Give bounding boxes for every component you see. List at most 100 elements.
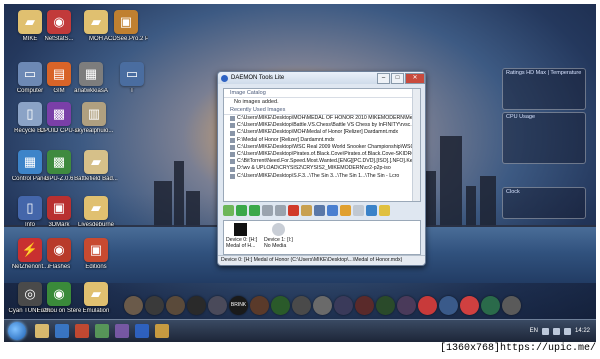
window-titlebar[interactable]: DAEMON Tools Lite – □ ✕: [218, 72, 425, 84]
preferences-icon[interactable]: [353, 205, 364, 216]
close-button[interactable]: ✕: [405, 72, 425, 84]
desktop-icon-image: ▤: [47, 62, 71, 86]
daemon-tools-taskbar-icon[interactable]: [135, 324, 149, 338]
catalog-scrollbar[interactable]: [412, 89, 420, 201]
dock-item[interactable]: [439, 295, 458, 315]
catalog-icon[interactable]: [379, 205, 390, 216]
app-icon[interactable]: [155, 324, 169, 338]
desktop-icon[interactable]: ▰ Emulation: [74, 282, 118, 315]
recent-image-path: C:\Users\MIKE\Desktop\Pirates.of.Black.C…: [237, 151, 420, 158]
desktop-icon[interactable]: ▰ Battlefield Bad...: [74, 150, 118, 183]
recent-image-item[interactable]: C:\Users\MIKE\Desktop\WSC Real 2009 Worl…: [224, 144, 420, 151]
recent-image-item[interactable]: C:\Users\MIKE\Desktop\S.F.3...\The Sin 3…: [224, 173, 420, 180]
dock-item[interactable]: [124, 295, 143, 315]
dock-item[interactable]: [355, 295, 374, 315]
minimize-button[interactable]: –: [377, 72, 390, 84]
stop-icon[interactable]: [262, 205, 273, 216]
window-title: DAEMON Tools Lite: [231, 75, 285, 81]
gadget-title: Ratings HD Max | Temperature: [506, 70, 582, 76]
recent-image-item[interactable]: C:\Users\MIKE\Desktop\MOH\MEDAL OF HONOR…: [224, 115, 420, 122]
browser-icon[interactable]: [55, 324, 69, 338]
recent-image-item[interactable]: C:\BitTorrent\Need.For.Speed.Most.Wanted…: [224, 158, 420, 165]
language-indicator[interactable]: EN: [530, 328, 538, 334]
daemon-tools-icon: [221, 74, 228, 82]
desktop-icon-image: ▰: [84, 282, 108, 306]
dock-item[interactable]: [271, 295, 290, 315]
recent-image-path: C:\Users\MIKE\Desktop\MOH\MEDAL OF HONOR…: [237, 115, 420, 121]
app-icon[interactable]: [95, 324, 109, 338]
dock-item[interactable]: [145, 295, 164, 315]
desktop-icon-image: ▩: [47, 150, 71, 174]
desktop-icon[interactable]: ▣ Editions: [74, 238, 118, 271]
dock-item[interactable]: [418, 295, 437, 315]
skyline-building: [440, 136, 462, 231]
desktop-icon[interactable]: ▥ skyrealphuio...: [72, 102, 116, 135]
disc-image-icon: [230, 123, 235, 129]
dock-item[interactable]: [460, 295, 479, 315]
desktop-icon-image: ▣: [47, 196, 71, 220]
dock-item[interactable]: [313, 295, 332, 315]
desktop-icon[interactable]: ▰ Livesdeburne: [74, 196, 118, 229]
no-images-text: No images added.: [234, 99, 279, 105]
dock-item[interactable]: [208, 295, 227, 315]
recent-image-path: C:\BitTorrent\Need.For.Speed.Most.Wanted…: [237, 158, 420, 165]
desktop-icon-image: ◉: [47, 238, 71, 262]
skyline-building: [480, 176, 496, 231]
add-dt-icon[interactable]: [314, 205, 325, 216]
dock-item[interactable]: [334, 295, 353, 315]
add-image-icon[interactable]: [223, 205, 234, 216]
gadget-title: CPU Usage: [506, 114, 536, 120]
add-scsi-icon[interactable]: [301, 205, 312, 216]
disc-image-icon: [230, 137, 235, 143]
dock-item[interactable]: [502, 295, 521, 315]
tray-icon[interactable]: [541, 327, 549, 335]
desktop-icon[interactable]: ▦ ariatwkkiasA: [69, 62, 113, 95]
disc-image-icon: [230, 159, 235, 165]
image-catalog-panel[interactable]: Image Catalog No images added. Recently …: [223, 88, 421, 202]
window-controls: – □ ✕: [376, 72, 425, 84]
daemon-tools-window[interactable]: DAEMON Tools Lite – □ ✕ Image Catalog No…: [217, 71, 426, 266]
dock-item[interactable]: [397, 295, 416, 315]
burn-icon[interactable]: [340, 205, 351, 216]
recent-image-path: C:\Users\MIKE\Desktop\Battle.VS.Chess\Ba…: [237, 122, 419, 129]
dock-item[interactable]: [376, 295, 395, 315]
help-icon[interactable]: [366, 205, 377, 216]
desktop-icon[interactable]: ▣ ACDSee.Pro.2 PJ 2.5 PJS: [104, 10, 148, 43]
play-icon[interactable]: [249, 205, 260, 216]
network-icon[interactable]: [552, 327, 560, 335]
refresh-icon[interactable]: [327, 205, 338, 216]
daemon-toolbar: [223, 203, 419, 218]
remove-icon[interactable]: [288, 205, 299, 216]
dock-item[interactable]: BRINK: [229, 295, 248, 315]
dock-item[interactable]: [187, 295, 206, 315]
start-button[interactable]: [8, 322, 26, 340]
system-tray: EN 14:22: [530, 327, 590, 335]
gadget-title: Clock: [506, 189, 520, 195]
dock-item[interactable]: [292, 295, 311, 315]
dock-item[interactable]: [250, 295, 269, 315]
explorer-icon[interactable]: [35, 324, 49, 338]
app-icon[interactable]: [115, 324, 129, 338]
disc-image-icon: [230, 152, 235, 158]
desktop-icon[interactable]: ▭ T: [110, 62, 154, 95]
dock-item[interactable]: [166, 295, 185, 315]
recent-image-item[interactable]: C:\Users\MIKE\Desktop\Pirates.of.Black.C…: [224, 151, 420, 158]
recent-image-item[interactable]: D:\wv & UPLOAD\CRYSIS2\CRYSIS2_MIKEMODER…: [224, 165, 420, 172]
desktop-wallpaper: ▰MIKE◉NetStatS...▰MOH▣ACDSee.Pro.2 PJ 2.…: [4, 4, 596, 319]
dock-item[interactable]: [481, 295, 500, 315]
recent-image-item[interactable]: C:\Users\MIKE\Desktop\Battle.VS.Chess\Ba…: [224, 122, 420, 129]
clock-gadget[interactable]: Clock: [502, 187, 586, 219]
clock[interactable]: 14:22: [575, 328, 590, 334]
recent-image-item[interactable]: F:\Medal of Honor [Relizer] Dardamnt.mdx: [224, 137, 420, 144]
unmount-icon[interactable]: [275, 205, 286, 216]
desktop-icon-label: Battlefield Bad...: [74, 176, 118, 182]
device-1[interactable]: Device 1: [I:] No Media: [264, 223, 314, 249]
cpu-gadget[interactable]: CPU Usage: [502, 112, 586, 164]
media-player-icon[interactable]: [75, 324, 89, 338]
mount-icon[interactable]: [236, 205, 247, 216]
temperature-gadget[interactable]: Ratings HD Max | Temperature: [502, 68, 586, 110]
volume-icon[interactable]: [563, 327, 571, 335]
recent-image-path: D:\wv & UPLOAD\CRYSIS2\CRYSIS2_MIKEMODER…: [237, 165, 391, 172]
recent-image-item[interactable]: C:\Users\MIKE\Desktop\MOH\Medal of Honor…: [224, 129, 420, 136]
maximize-button[interactable]: □: [391, 72, 404, 84]
